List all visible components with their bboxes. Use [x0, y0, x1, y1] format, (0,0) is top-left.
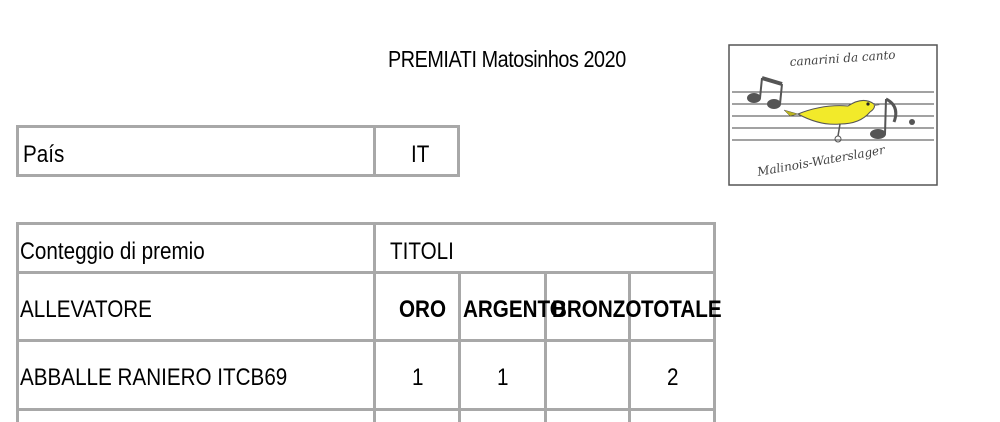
header-total: TOTALE [641, 296, 722, 323]
page-title: PREMIATI Matosinhos 2020 [388, 46, 626, 72]
count-value: TITOLI [390, 238, 454, 265]
country-label: País [23, 141, 65, 168]
gold-count: 1 [412, 364, 424, 391]
silver-count: 1 [497, 364, 509, 391]
canary-logo-icon: canarini da canto Malinois-Waterslager [728, 44, 938, 186]
prize-table: Conteggio di premio TITOLI ALLEVATORE OR… [16, 222, 722, 422]
header-breeder: ALLEVATORE [20, 296, 152, 323]
country-value: IT [411, 141, 430, 168]
header-bronze: BRONZO [552, 296, 642, 323]
club-logo: canarini da canto Malinois-Waterslager [728, 44, 938, 186]
total-count: 2 [667, 364, 679, 391]
header-silver: ARGENTO [463, 296, 566, 323]
country-label-cell [19, 128, 376, 174]
count-label: Conteggio di premio [20, 238, 205, 265]
header-gold: ORO [399, 296, 447, 323]
breeder-name: ABBALLE RANIERO ITCB69 [20, 364, 288, 391]
country-table: País IT [16, 125, 460, 177]
